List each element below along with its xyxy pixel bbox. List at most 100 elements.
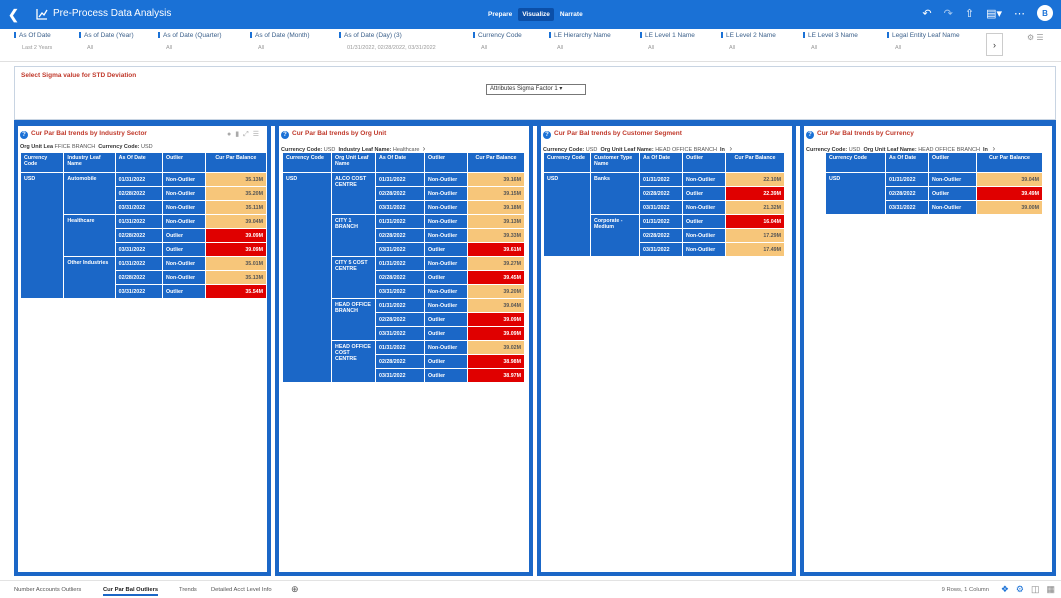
outlier-cell: Outlier — [424, 242, 468, 257]
column-header[interactable]: Currency Code — [825, 152, 886, 173]
balance-cell: 39.45M — [467, 270, 525, 285]
sigma-section: Select Sigma value for STD Deviation Att… — [14, 66, 1056, 120]
column-header[interactable]: Cur Par Balance — [204, 152, 268, 173]
filter-7[interactable]: LE Level 1 Name All — [640, 32, 695, 51]
outlier-cell: Non-Outlier — [424, 340, 468, 355]
filter-5[interactable]: Currency Code All — [473, 32, 522, 51]
column-header[interactable]: As Of Date — [639, 152, 683, 173]
tab-trends[interactable]: Trends — [179, 587, 197, 593]
date-cell: 02/28/2022 — [885, 186, 929, 201]
filter-9[interactable]: LE Level 3 Name All — [803, 32, 858, 51]
tab-detailed-acct-level-info[interactable]: Detailed Acct Level Info — [211, 587, 272, 593]
table-row[interactable]: USD Automobile 01/31/2022 Non-Outlier 35.13M — [19, 172, 268, 299]
date-cell: 03/31/2022 — [114, 200, 163, 215]
tab-number-accounts-outliers[interactable]: Number Accounts Outliers — [14, 587, 81, 593]
date-cell: 03/31/2022 — [375, 368, 425, 383]
column-header[interactable]: Cur Par Balance — [467, 152, 525, 173]
date-cell: 03/31/2022 — [114, 284, 163, 299]
add-canvas-icon[interactable]: ⊕ — [291, 584, 299, 595]
outlier-cell: Non-Outlier — [424, 284, 468, 299]
balance-cell: 38.98M — [467, 354, 525, 369]
viz-panel-2[interactable]: ? Cur Par Bal trends by Customer Segment C… — [537, 126, 796, 576]
table-row[interactable]: USD Banks 01/31/2022 Non-Outlier 22.10M — [543, 172, 785, 257]
filter-scroll-right-button[interactable]: › — [986, 33, 1003, 56]
sigma-select[interactable]: Attributes Sigma Factor 1 ▾ — [486, 84, 586, 95]
column-header[interactable]: Outlier — [928, 152, 977, 173]
undo-icon[interactable]: ↶ — [922, 7, 931, 20]
chevron-right-icon[interactable]: › — [992, 144, 995, 153]
table-row[interactable]: USD ALCO COST CENTRE 01/31/2022 Non-Outlier… — [282, 172, 525, 383]
info-icon[interactable]: ? — [20, 131, 28, 139]
tab-cur-par-bal-outliers[interactable]: Cur Par Bal Outliers — [103, 587, 159, 596]
grammar-icon[interactable]: ❖ — [1001, 584, 1009, 595]
subtitle-key: Industry Leaf Name: — [338, 147, 392, 153]
filter-8[interactable]: LE Level 2 Name All — [721, 32, 776, 51]
outlier-cell: Outlier — [424, 312, 468, 327]
redo-icon[interactable]: ↷ — [944, 7, 953, 20]
column-header[interactable]: Outlier — [424, 152, 468, 173]
filter-label: LE Hierarchy Name — [549, 32, 611, 39]
filter-4[interactable]: As of Date (Day) (3) 01/31/2022, 02/28/20… — [339, 32, 436, 51]
viz-panel-0[interactable]: ? Cur Par Bal trends by Industry Sector ●▮… — [14, 126, 271, 576]
filter-value: All — [166, 45, 173, 51]
prepare-tab[interactable]: Prepare — [484, 8, 516, 21]
filter-icon[interactable]: ⚙ — [1016, 584, 1024, 595]
user-avatar[interactable]: B — [1037, 5, 1053, 21]
column-header[interactable]: Currency Code — [282, 152, 332, 173]
filter-3[interactable]: As of Date (Month) All — [250, 32, 310, 51]
column-header[interactable]: Cur Par Balance — [976, 152, 1043, 173]
subtitle-value: USD — [585, 147, 598, 153]
date-cell: 03/31/2022 — [375, 200, 425, 215]
save-icon[interactable]: ▤▾ — [986, 7, 1002, 20]
outlier-cell: Non-Outlier — [424, 200, 468, 215]
chevron-right-icon[interactable]: › — [729, 144, 732, 153]
visualize-tab[interactable]: Visualize — [518, 8, 554, 21]
column-header[interactable]: Org Unit Leaf Name — [331, 152, 376, 173]
info-icon[interactable]: ? — [806, 131, 814, 139]
panel-tools-icon[interactable]: ●▮⤢☰ — [227, 130, 263, 139]
column-header[interactable]: As Of Date — [114, 152, 163, 173]
export-icon[interactable]: ⇧ — [965, 7, 974, 20]
filter-value: All — [648, 45, 655, 51]
balance-cell: 39.04M — [467, 298, 525, 313]
viz-panel-1[interactable]: ? Cur Par Bal trends by Org Unit Currency … — [275, 126, 533, 576]
column-header[interactable]: Customer Type Name — [590, 152, 640, 173]
outlier-cell: Non-Outlier — [161, 186, 206, 201]
column-header[interactable]: Cur Par Balance — [725, 152, 785, 173]
filter-1[interactable]: As of Date (Year) All — [79, 32, 134, 51]
layout-icon[interactable]: ◫ — [1031, 584, 1040, 595]
filter-actions-icon[interactable]: ⚙ ☰ — [1027, 33, 1044, 42]
date-cell: 02/28/2022 — [375, 312, 425, 327]
panel-subtitle: Currency Code: USD Industry Leaf Name: H… — [279, 141, 529, 153]
outlier-cell: Non-Outlier — [424, 298, 468, 313]
column-header[interactable]: Outlier — [682, 152, 726, 173]
balance-cell: 39.16M — [467, 172, 525, 187]
info-icon[interactable]: ? — [281, 131, 289, 139]
column-header[interactable]: Outlier — [161, 152, 206, 173]
info-icon[interactable]: ? — [543, 131, 551, 139]
column-header[interactable]: Currency Code — [19, 152, 65, 173]
chevron-right-icon[interactable]: › — [423, 144, 426, 153]
app-title: Pre-Process Data Analysis — [53, 8, 172, 19]
column-header[interactable]: As Of Date — [885, 152, 929, 173]
column-header[interactable]: Currency Code — [543, 152, 591, 173]
group-cell: Corporate - Medium — [590, 214, 640, 257]
balance-cell: 17.49M — [725, 242, 785, 257]
column-header[interactable]: Industry Leaf Name — [63, 152, 116, 173]
narrate-tab[interactable]: Narrate — [556, 8, 587, 21]
viz-panel-3[interactable]: ? Cur Par Bal trends by Currency Currency … — [800, 126, 1056, 576]
more-icon[interactable]: ⋯ — [1014, 7, 1025, 20]
table-row[interactable]: USD 01/31/2022 Non-Outlier 39.04M — [825, 172, 1043, 215]
filter-6[interactable]: LE Hierarchy Name All — [549, 32, 611, 51]
filter-0[interactable]: As Of Date Last 2 Years — [14, 32, 52, 51]
column-header[interactable]: As Of Date — [375, 152, 425, 173]
panel-title-text: Cur Par Bal trends by Customer Segment — [554, 130, 682, 137]
filter-10[interactable]: Legal Entity Leaf Name All — [887, 32, 960, 51]
filter-value: 01/31/2022, 02/28/2022, 03/31/2022 — [347, 45, 436, 51]
filter-2[interactable]: As of Date (Quarter) All — [158, 32, 222, 51]
back-icon[interactable]: ❮ — [8, 7, 19, 23]
filter-value: All — [87, 45, 94, 51]
panel-icon[interactable]: ▦ — [1046, 584, 1055, 595]
status-text: 9 Rows, 1 Column — [941, 587, 989, 593]
outlier-cell: Non-Outlier — [161, 200, 206, 215]
